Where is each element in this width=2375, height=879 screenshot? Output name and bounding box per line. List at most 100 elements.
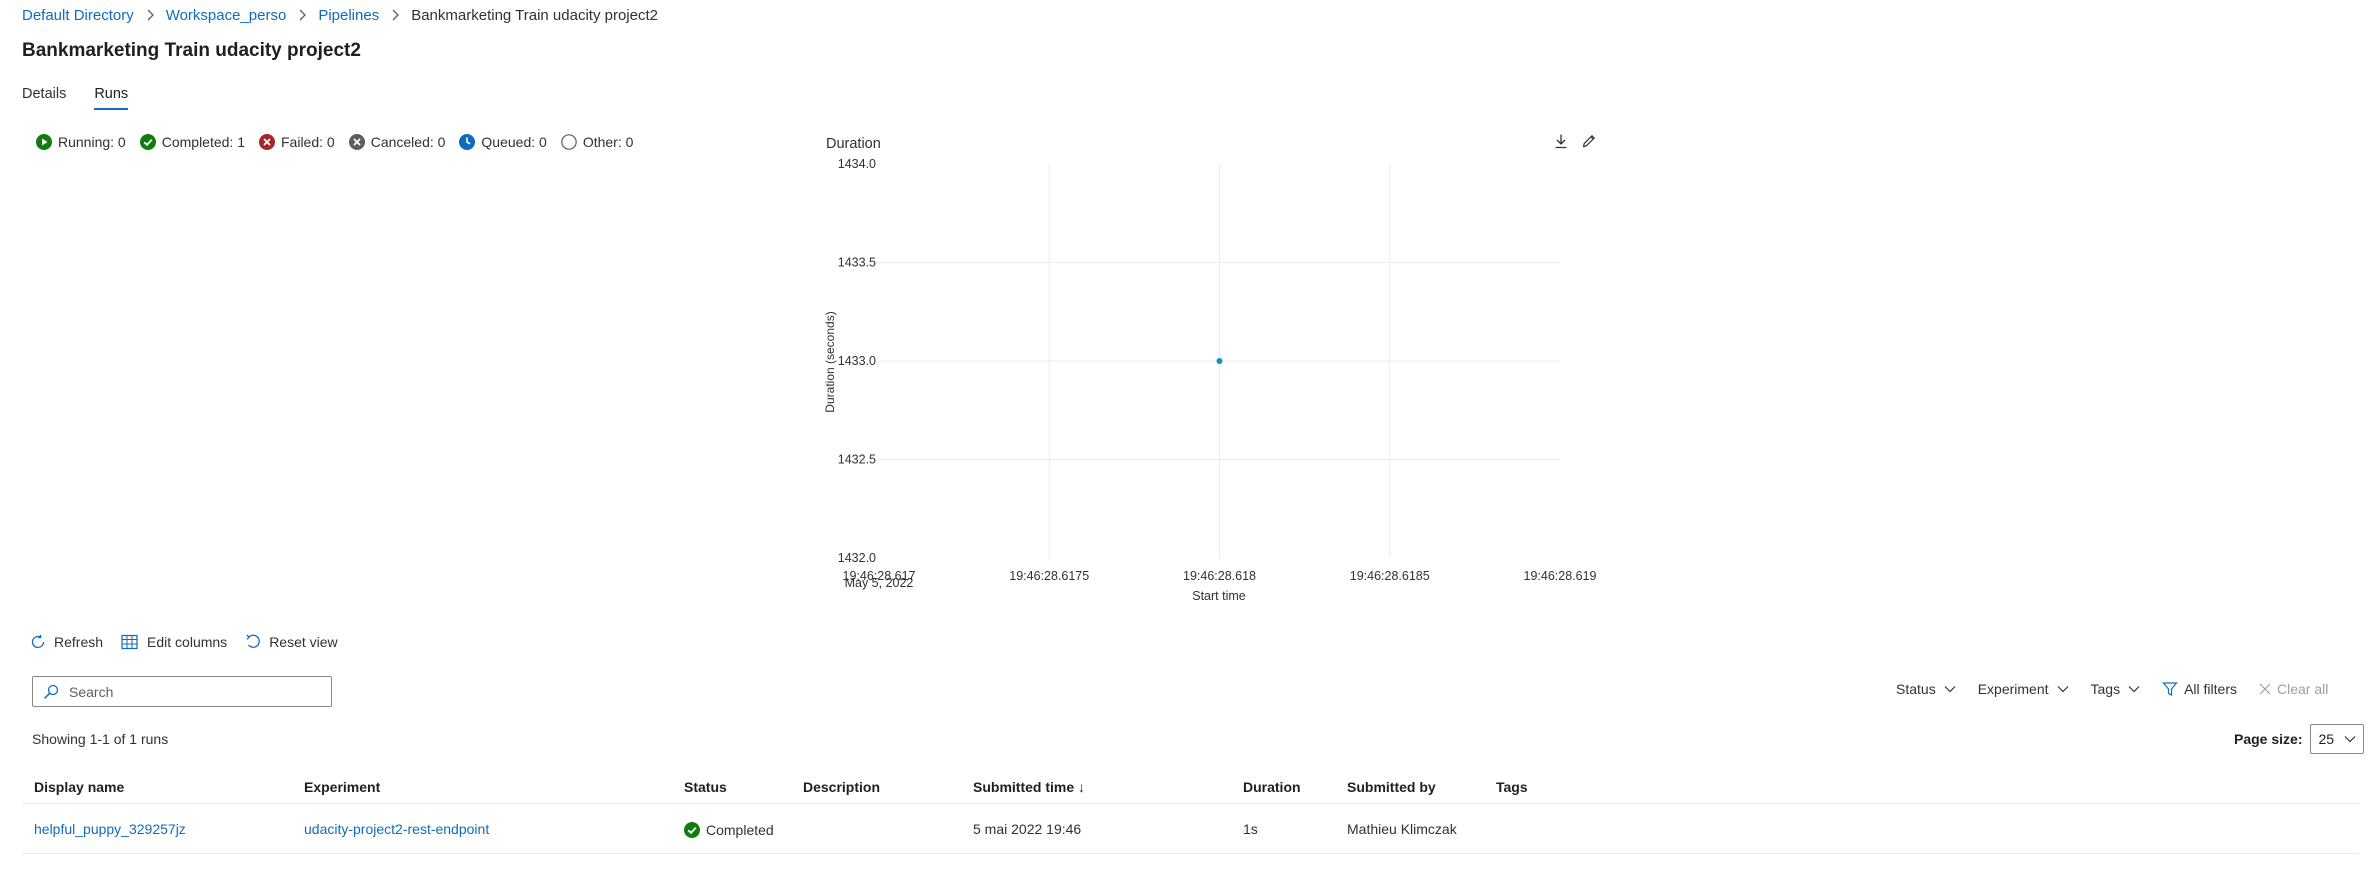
edit-columns-button[interactable]: Edit columns — [121, 634, 227, 650]
run-duration: 1s — [1243, 820, 1258, 837]
status-other: Other: 0 — [561, 134, 634, 150]
chevron-right-icon — [146, 9, 154, 21]
filter-funnel-icon — [2162, 682, 2178, 696]
tab-details[interactable]: Details — [22, 84, 66, 110]
chart-x-tick-label: 19:46:28.618 — [1183, 569, 1256, 583]
status-running-label: Running: 0 — [58, 134, 126, 150]
runs-toolbar: Refresh Edit columns Reset view — [30, 634, 356, 650]
run-submitted-time: 5 mai 2022 19:46 — [973, 820, 1082, 837]
tab-runs[interactable]: Runs — [94, 84, 128, 110]
status-other-label: Other: 0 — [582, 134, 634, 150]
column-header-display-name[interactable]: Display name — [34, 779, 124, 795]
close-icon — [2259, 683, 2271, 695]
duration-chart: 1434.0 1433.5 1433.0 1432.5 1432.0 19:46:28.… — [823, 157, 1597, 603]
completed-icon — [139, 134, 156, 150]
tab-bar: Details Runs — [22, 84, 156, 110]
column-header-tags[interactable]: Tags — [1496, 779, 1528, 795]
reset-view-button[interactable]: Reset view — [245, 634, 338, 650]
edit-columns-label: Edit columns — [147, 634, 228, 650]
clear-all-button[interactable]: Clear all — [2259, 681, 2328, 697]
chevron-down-icon — [2057, 686, 2068, 693]
all-filters-button[interactable]: All filters — [2162, 681, 2237, 697]
chart-actions — [1552, 132, 1598, 150]
column-header-submitted-by[interactable]: Submitted by — [1347, 779, 1436, 795]
column-header-experiment[interactable]: Experiment — [304, 779, 380, 795]
chart-x-tick-label: 19:46:28.619 — [1524, 569, 1597, 583]
status-failed-label: Failed: 0 — [281, 134, 335, 150]
tags-filter[interactable]: Tags — [2091, 681, 2141, 697]
chevron-down-icon — [1944, 686, 1956, 693]
chart-y-tick-label: 1433.0 — [838, 354, 876, 368]
queued-icon — [459, 134, 476, 150]
page-title: Bankmarketing Train udacity project2 — [22, 40, 361, 61]
table-row: helpful_puppy_329257jz udacity-project2-… — [22, 804, 2358, 854]
table-header: Display name Experiment Status Descripti… — [22, 770, 2358, 804]
results-count: Showing 1-1 of 1 runs — [32, 731, 169, 747]
breadcrumb-pipelines[interactable]: Pipelines — [318, 7, 379, 24]
page-size-select[interactable]: 25 — [2310, 724, 2365, 754]
run-experiment-link[interactable]: udacity-project2-rest-endpoint — [304, 821, 489, 837]
reset-view-label: Reset view — [269, 634, 338, 650]
search-box[interactable] — [32, 676, 332, 707]
edit-pencil-icon[interactable] — [1580, 132, 1598, 150]
page-size: Page size: 25 — [2234, 724, 2365, 754]
column-header-description[interactable]: Description — [803, 779, 880, 795]
column-header-duration[interactable]: Duration — [1243, 779, 1301, 795]
chart-y-tick-label: 1434.0 — [838, 157, 876, 171]
canceled-icon — [348, 134, 365, 150]
run-display-name-link[interactable]: helpful_puppy_329257jz — [34, 821, 186, 837]
refresh-label: Refresh — [54, 634, 104, 650]
experiment-filter[interactable]: Experiment — [1978, 681, 2069, 697]
chevron-right-icon — [298, 9, 307, 21]
run-submitted-by: Mathieu Klimczak — [1347, 820, 1457, 837]
refresh-icon — [31, 634, 45, 649]
search-icon — [43, 684, 59, 699]
chevron-down-icon — [2345, 736, 2356, 743]
status-filter[interactable]: Status — [1896, 681, 1956, 697]
completed-icon — [684, 822, 700, 838]
experiment-filter-label: Experiment — [1977, 681, 2049, 697]
chart-y-tick-label: 1432.0 — [838, 551, 876, 565]
grid-table-icon — [121, 634, 138, 650]
chart-data-point[interactable] — [1216, 358, 1223, 364]
breadcrumb-workspace[interactable]: Workspace_perso — [166, 7, 287, 24]
status-queued-label: Queued: 0 — [481, 134, 547, 150]
breadcrumb-default-directory[interactable]: Default Directory — [22, 7, 134, 24]
failed-icon — [259, 134, 275, 150]
chevron-right-icon — [391, 9, 400, 21]
breadcrumb: Default Directory Workspace_perso Pipeli… — [22, 5, 658, 25]
status-queued: Queued: 0 — [459, 134, 547, 150]
chart-x-date-label: May 5, 2022 — [845, 576, 914, 590]
status-canceled-label: Canceled: 0 — [370, 134, 446, 150]
status-completed: Completed: 1 — [139, 134, 245, 150]
chart-x-tick-label: 19:46:28.6175 — [1009, 569, 1089, 583]
page-size-label: Page size: — [2234, 731, 2303, 747]
run-status-summary: Running: 0 Completed: 1 Failed: 0 Cancel… — [36, 134, 647, 150]
status-completed-label: Completed: 1 — [161, 134, 245, 150]
reset-icon — [246, 634, 261, 648]
download-icon[interactable] — [1552, 132, 1570, 150]
chart-y-tick-label: 1432.5 — [838, 453, 876, 467]
run-status: Completed — [684, 822, 774, 838]
breadcrumb-current: Bankmarketing Train udacity project2 — [411, 6, 658, 24]
status-canceled: Canceled: 0 — [348, 134, 446, 150]
other-icon — [561, 134, 577, 150]
running-icon — [36, 134, 52, 150]
column-header-submitted-time[interactable]: Submitted time ↓ — [973, 779, 1085, 795]
status-failed: Failed: 0 — [259, 134, 335, 150]
status-running: Running: 0 — [36, 134, 126, 150]
chevron-down-icon — [2128, 686, 2140, 693]
clear-all-label: Clear all — [2277, 681, 2329, 697]
refresh-button[interactable]: Refresh — [30, 634, 103, 650]
page-size-value: 25 — [2318, 731, 2335, 747]
column-header-status[interactable]: Status — [684, 779, 727, 795]
filter-bar: Status Experiment Tags All filters Clear… — [1896, 681, 2350, 697]
run-status-label: Completed — [706, 822, 774, 838]
chart-x-axis-label: Start time — [1192, 589, 1246, 603]
chart-x-tick-label: 19:46:28.6185 — [1350, 569, 1430, 583]
chart-y-axis-label: Duration (seconds) — [823, 311, 837, 412]
chart-y-tick-label: 1433.5 — [838, 256, 876, 270]
search-input[interactable] — [67, 682, 307, 701]
all-filters-label: All filters — [2184, 681, 2237, 697]
status-filter-label: Status — [1896, 681, 1936, 697]
